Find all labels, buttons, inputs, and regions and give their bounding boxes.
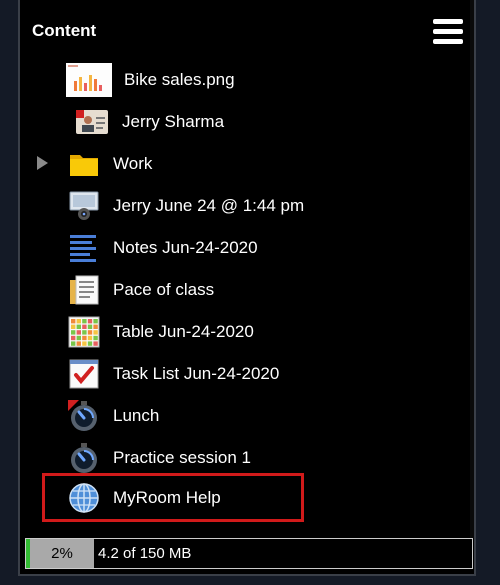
task-checklist-icon [68,358,100,390]
list-item-label: Notes Jun-24-2020 [113,238,258,257]
document-pages-icon [68,274,100,306]
list-item[interactable]: Jerry June 24 @ 1:44 pm [20,186,474,226]
list-item[interactable]: Table Jun-24-2020 [20,312,474,352]
notes-icon [68,232,100,264]
list-item-label: Lunch [113,406,160,425]
scrollbar[interactable] [470,0,474,538]
hamburger-menu-icon[interactable] [433,19,463,45]
image-thumbnail-icon [66,63,112,97]
storage-usage-bar: 2% 4.2 of 150 MB [25,538,473,569]
list-item-label: Work [113,154,153,173]
list-item[interactable]: Notes Jun-24-2020 [20,228,474,268]
list-item-label: Task List Jun-24-2020 [113,364,280,383]
list-item-label: Jerry June 24 @ 1:44 pm [113,196,305,215]
panel-title: Content [32,21,97,40]
list-item[interactable]: Bike sales.png [20,60,474,100]
list-item-label: Pace of class [113,280,215,299]
expand-arrow-icon[interactable] [37,156,48,170]
contact-card-icon [76,106,108,138]
storage-usage-text: 4.2 of 150 MB [98,545,192,562]
stopwatch-icon [68,442,100,474]
content-panel: Content Bike sales.png Jerry Sharma Work… [18,0,476,576]
highlight-box [42,473,304,522]
list-item-label: Practice session 1 [113,448,251,467]
folder-icon [68,148,100,180]
stopwatch-icon [68,400,100,432]
list-item[interactable]: Jerry Sharma [20,102,474,142]
list-item-label: Bike sales.png [124,70,235,89]
list-item[interactable]: Task List Jun-24-2020 [20,354,474,394]
list-item[interactable]: Pace of class [20,270,474,310]
storage-percent: 2% [30,539,94,568]
list-item[interactable]: Practice session 1 [20,438,474,478]
list-item[interactable]: Work [20,144,474,184]
webcam-recording-icon [68,190,100,222]
list-item-label: Table Jun-24-2020 [113,322,254,341]
list-item-label: Jerry Sharma [122,112,225,131]
table-grid-icon [68,316,100,348]
list-item[interactable]: Lunch [20,396,474,436]
